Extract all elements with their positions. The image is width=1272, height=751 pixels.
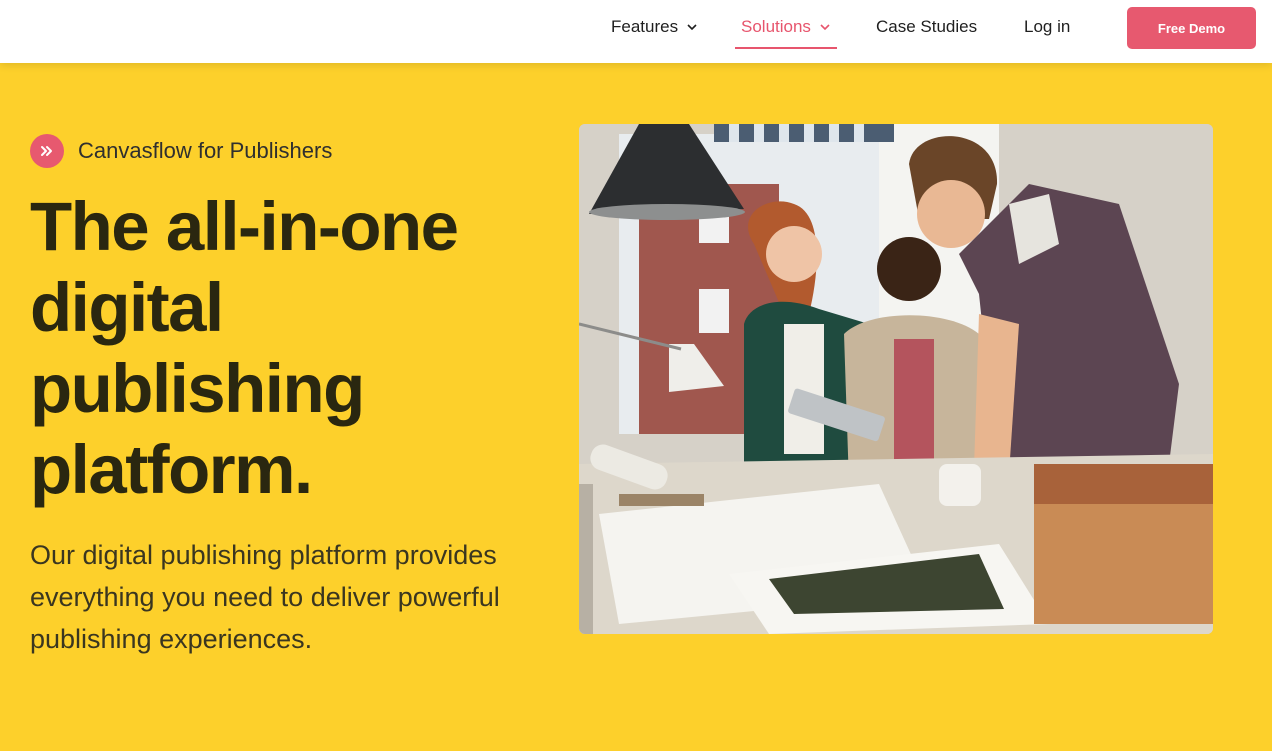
nav-case-studies[interactable]: Case Studies: [876, 0, 977, 54]
headline-line: digital: [30, 269, 224, 346]
chevron-down-icon: [687, 24, 697, 31]
top-navbar: Features Solutions Case Studies Log in F…: [0, 0, 1272, 63]
hero-headline: The all-in-one digital publishing platfo…: [30, 186, 550, 510]
nav-features-label: Features: [611, 17, 679, 36]
hero-photo: [579, 124, 1213, 634]
chevron-down-icon: [820, 24, 830, 31]
nav-solutions-label: Solutions: [741, 17, 811, 36]
hero-subtext: Our digital publishing platform provides…: [30, 540, 500, 654]
eyebrow: Canvasflow for Publishers: [30, 134, 332, 168]
nav-solutions[interactable]: Solutions: [735, 0, 837, 54]
nav-log-in-label: Log in: [1024, 17, 1071, 36]
free-demo-button[interactable]: Free Demo: [1127, 7, 1256, 49]
nav-log-in[interactable]: Log in: [1024, 0, 1070, 54]
headline-line: publishing: [30, 350, 365, 427]
nav-features[interactable]: Features: [611, 0, 698, 54]
headline-line: platform.: [30, 431, 313, 508]
double-chevron-right-icon: [30, 134, 64, 168]
team-at-desk-photo: [579, 124, 1213, 634]
eyebrow-label: Canvasflow for Publishers: [78, 138, 333, 163]
headline-line: The all-in-one: [30, 188, 459, 265]
nav-case-studies-label: Case Studies: [876, 17, 978, 36]
